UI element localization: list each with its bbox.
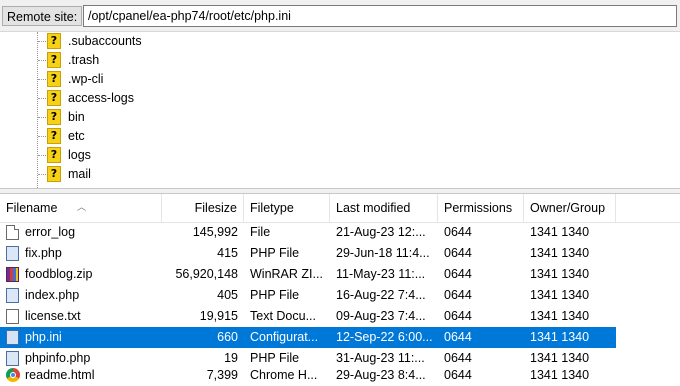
question-folder-icon: ?	[47, 147, 61, 163]
remote-site-label: Remote site:	[2, 6, 83, 26]
tree-item-label: bin	[68, 110, 85, 124]
file-modified: 16-Aug-22 7:4...	[336, 288, 426, 302]
tree-item-mail[interactable]: ? mail	[0, 165, 300, 184]
file-size: 405	[217, 288, 238, 302]
config-file-icon	[6, 330, 19, 345]
tree-item-label: logs	[68, 148, 91, 162]
file-row-foodblog-zip[interactable]: foodblog.zip 56,920,148 WinRAR ZI... 11-…	[0, 264, 680, 285]
tree-item-trash[interactable]: ? .trash	[0, 51, 300, 70]
file-permissions: 0644	[444, 309, 472, 323]
file-owner: 1341 1340	[530, 288, 590, 302]
column-header-permissions[interactable]: Permissions	[438, 194, 524, 222]
file-list-header: ︿ Filename Filesize Filetype Last modifi…	[0, 194, 680, 223]
file-row-license-txt[interactable]: license.txt 19,915 Text Docu... 09-Aug-2…	[0, 306, 680, 327]
file-size: 7,399	[206, 368, 238, 382]
tree-item-logs[interactable]: ? logs	[0, 146, 300, 165]
file-owner: 1341 1340	[530, 309, 590, 323]
php-file-icon	[6, 351, 19, 366]
question-folder-icon: ?	[47, 90, 61, 106]
tree-item-label: access-logs	[68, 91, 134, 105]
file-modified: 11-May-23 11:...	[336, 267, 426, 281]
file-permissions: 0644	[444, 288, 472, 302]
file-owner: 1341 1340	[530, 267, 590, 281]
php-file-icon	[6, 288, 19, 303]
file-modified: 09-Aug-23 7:4...	[336, 309, 426, 323]
file-name: fix.php	[25, 246, 62, 260]
file-row-php-ini[interactable]: php.ini 660 Configurat... 12-Sep-22 6:00…	[0, 327, 680, 348]
file-name: index.php	[25, 288, 80, 302]
chrome-icon	[6, 368, 20, 382]
file-owner: 1341 1340	[530, 225, 590, 239]
tree-item-subaccounts[interactable]: ? .subaccounts	[0, 32, 300, 51]
file-name: php.ini	[25, 330, 62, 344]
tree-item-bin[interactable]: ? bin	[0, 108, 300, 127]
remote-file-list[interactable]: ︿ Filename Filesize Filetype Last modifi…	[0, 194, 680, 386]
file-row-index-php[interactable]: index.php 405 PHP File 16-Aug-22 7:4... …	[0, 285, 680, 306]
file-size: 145,992	[192, 225, 238, 239]
file-permissions: 0644	[444, 368, 472, 382]
file-size: 56,920,148	[175, 267, 238, 281]
column-header-filename[interactable]: ︿ Filename	[0, 194, 162, 222]
file-name: license.txt	[25, 309, 81, 323]
column-header-filesize[interactable]: Filesize	[162, 194, 244, 222]
remote-site-path-input[interactable]: /opt/cpanel/ea-php74/root/etc/php.ini	[83, 5, 677, 27]
remote-directory-tree[interactable]: ? .subaccounts ? .trash ? .wp-cli ? acce…	[0, 32, 680, 188]
column-header-last-modified[interactable]: Last modified	[330, 194, 438, 222]
php-file-icon	[6, 246, 19, 261]
remote-site-bar: Remote site: /opt/cpanel/ea-php74/root/e…	[0, 0, 680, 32]
tree-item-label: mail	[68, 167, 91, 181]
file-modified: 29-Aug-23 8:4...	[336, 368, 426, 382]
file-modified: 29-Jun-18 11:4...	[336, 246, 430, 260]
tree-item-access-logs[interactable]: ? access-logs	[0, 89, 300, 108]
column-header-filetype[interactable]: Filetype	[244, 194, 330, 222]
question-folder-icon: ?	[47, 71, 61, 87]
column-header-owner-group[interactable]: Owner/Group	[524, 194, 616, 222]
file-type: Configurat...	[250, 330, 319, 344]
file-type: File	[250, 225, 271, 239]
file-type: PHP File	[250, 288, 300, 302]
file-owner: 1341 1340	[530, 246, 590, 260]
tree-item-label: etc	[68, 129, 85, 143]
sort-ascending-icon: ︿	[77, 202, 87, 212]
tree-item-label: .wp-cli	[68, 72, 104, 86]
question-folder-icon: ?	[47, 52, 61, 68]
file-permissions: 0644	[444, 330, 472, 344]
file-size: 19,915	[199, 309, 238, 323]
file-row-fix-php[interactable]: fix.php 415 PHP File 29-Jun-18 11:4... 0…	[0, 243, 680, 264]
file-size: 660	[217, 330, 238, 344]
question-folder-icon: ?	[47, 109, 61, 125]
file-owner: 1341 1340	[530, 368, 590, 382]
file-type: PHP File	[250, 246, 300, 260]
file-permissions: 0644	[444, 225, 472, 239]
tree-item-wp-cli[interactable]: ? .wp-cli	[0, 70, 300, 89]
file-permissions: 0644	[444, 246, 472, 260]
file-type: WinRAR ZI...	[250, 267, 323, 281]
file-type: Chrome H...	[250, 368, 318, 382]
file-owner: 1341 1340	[530, 330, 590, 344]
tree-item-label: .subaccounts	[68, 34, 142, 48]
file-modified: 12-Sep-22 6:00...	[336, 330, 433, 344]
file-name: foodblog.zip	[25, 267, 93, 281]
file-row-error-log[interactable]: error_log 145,992 File 21-Aug-23 12:... …	[0, 222, 680, 243]
tree-item-etc[interactable]: ? etc	[0, 127, 300, 146]
file-size: 415	[217, 246, 238, 260]
text-file-icon	[6, 309, 19, 324]
file-icon	[6, 225, 19, 240]
winrar-archive-icon	[6, 267, 19, 282]
file-name: readme.html	[25, 368, 95, 382]
question-folder-icon: ?	[47, 33, 61, 49]
question-folder-icon: ?	[47, 166, 61, 182]
file-name: error_log	[25, 225, 76, 239]
file-type: Text Docu...	[250, 309, 316, 323]
question-folder-icon: ?	[47, 128, 61, 144]
tree-item-label: .trash	[68, 53, 100, 67]
file-permissions: 0644	[444, 267, 472, 281]
file-modified: 21-Aug-23 12:...	[336, 225, 426, 239]
file-row-readme-html[interactable]: readme.html 7,399 Chrome H... 29-Aug-23 …	[0, 365, 680, 386]
